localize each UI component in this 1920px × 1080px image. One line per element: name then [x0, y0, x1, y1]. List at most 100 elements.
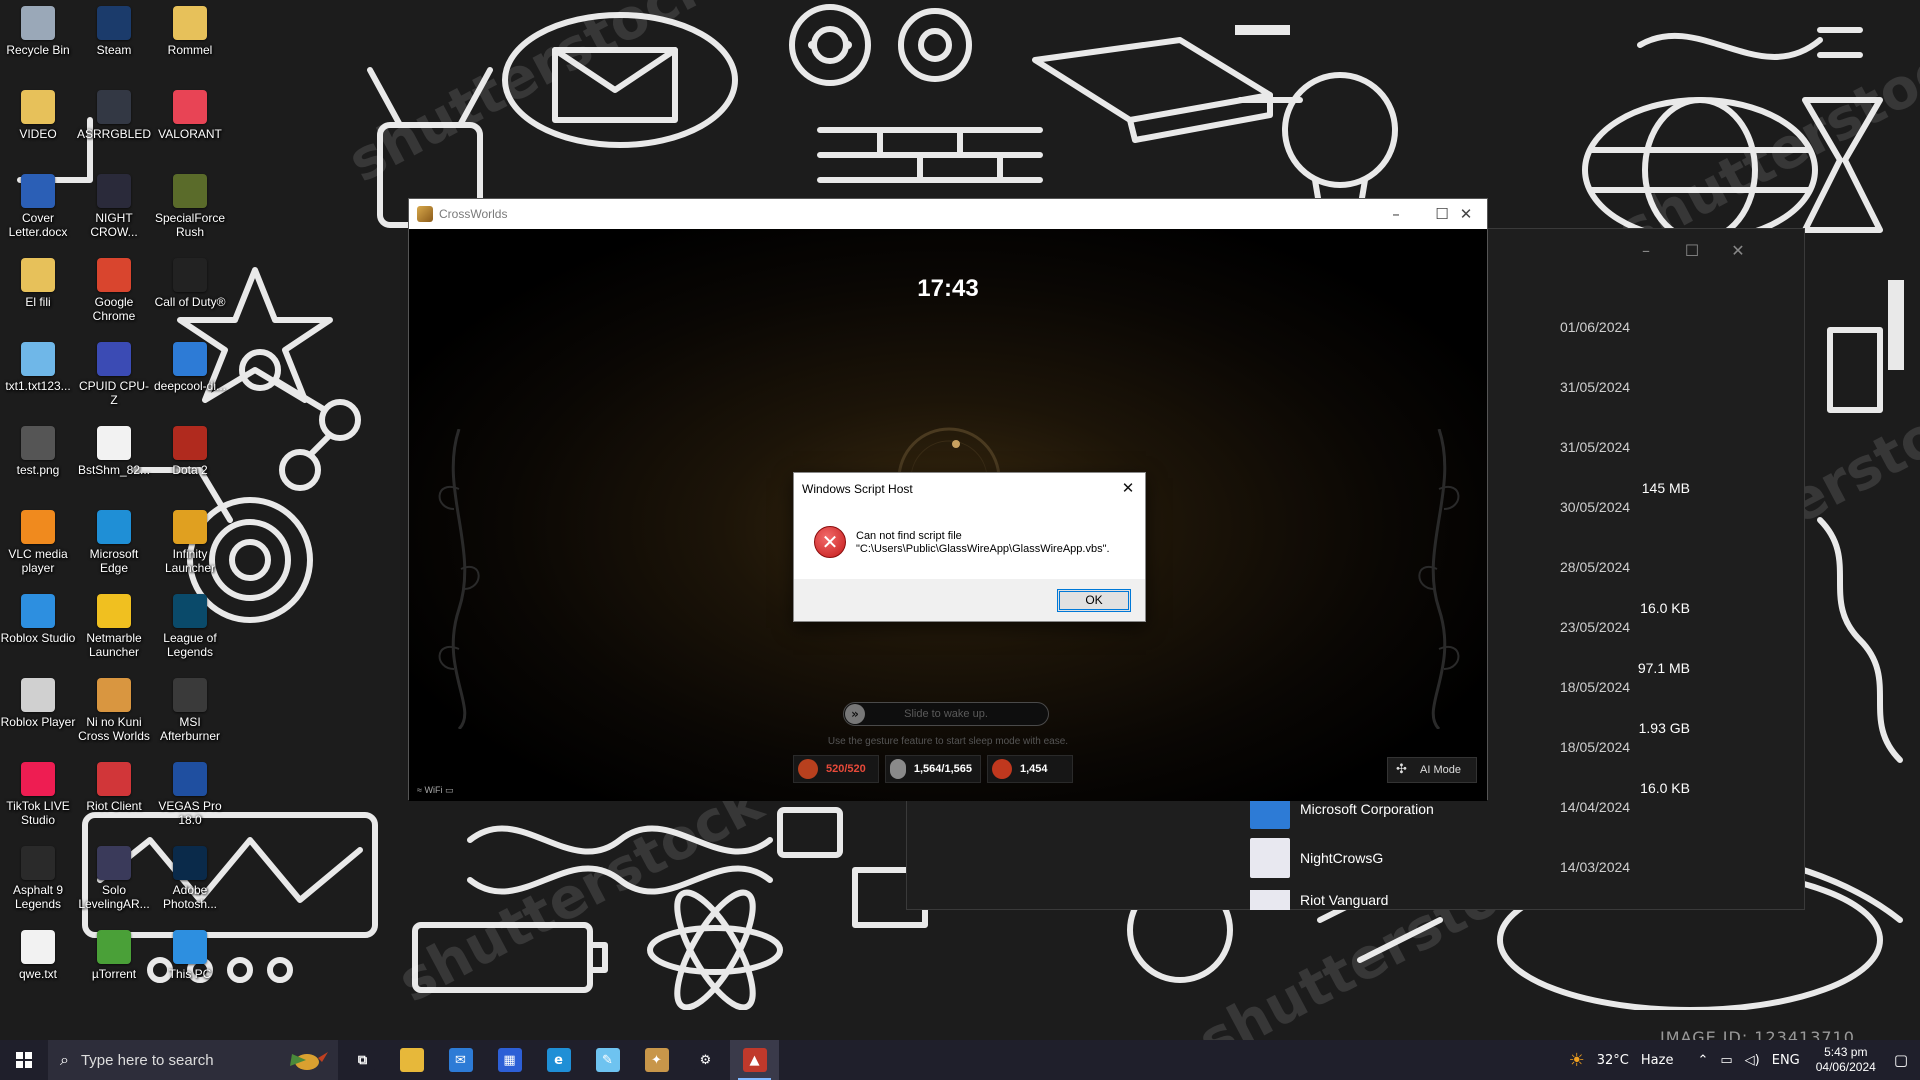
taskbar-mail-button[interactable]: ✉ — [436, 1040, 485, 1080]
publisher-row[interactable]: Riot Vanguard — [1250, 890, 1388, 910]
desktop-icon[interactable]: Dota 2 — [152, 422, 228, 502]
desktop-icon[interactable]: VIDEO — [0, 86, 76, 166]
taskbar-crossworlds-button[interactable]: ✦ — [632, 1040, 681, 1080]
file-date: 18/05/2024 — [1560, 739, 1631, 755]
minimize-icon[interactable]: – — [1373, 199, 1419, 229]
desktop-icon[interactable]: BstShm_82... — [76, 422, 152, 502]
taskbar-settings-button[interactable]: ⚙ — [681, 1040, 730, 1080]
network-icon[interactable]: ▭ — [1714, 1053, 1738, 1068]
asphalt-icon — [21, 846, 55, 880]
desktop-icon[interactable]: Recycle Bin — [0, 2, 76, 82]
file-icon — [21, 342, 55, 376]
close-icon[interactable]: ✕ — [1115, 475, 1141, 501]
desktop-icon[interactable]: VEGAS Pro 18.0 — [152, 758, 228, 838]
search-placeholder: Type here to search — [80, 1051, 214, 1069]
desktop-icon-label: µTorrent — [91, 967, 137, 981]
word-document-icon — [21, 174, 55, 208]
desktop-icon[interactable]: Solo LevelingAR... — [76, 842, 152, 922]
file-date: 23/05/2024 — [1560, 619, 1631, 635]
desktop-icon[interactable]: Roblox Player — [0, 674, 76, 754]
desktop-icon-label: Dota 2 — [172, 463, 208, 477]
desktop-icon[interactable]: Riot Client — [76, 758, 152, 838]
publisher-name: NightCrowsG — [1300, 850, 1384, 866]
dialog-message: Can not find script file "C:\Users\Publi… — [856, 530, 1110, 556]
desktop-icon[interactable]: Call of Duty® — [152, 254, 228, 334]
crossworlds-titlebar[interactable]: CrossWorlds – ☐ ✕ — [409, 199, 1487, 229]
desktop-icon[interactable]: Roblox Studio — [0, 590, 76, 670]
weather-temp[interactable]: 32°C — [1591, 1053, 1635, 1068]
desktop-icon[interactable]: Asphalt 9 Legends — [0, 842, 76, 922]
msi-afterburner-icon — [173, 678, 207, 712]
desktop-icon[interactable]: µTorrent — [76, 926, 152, 1006]
taskbar-task-view-button[interactable]: ⧉ — [338, 1040, 387, 1080]
weather-icon[interactable]: ☀ — [1563, 1050, 1591, 1071]
script-host-error-dialog[interactable]: Windows Script Host ✕ ✕ Can not find scr… — [793, 472, 1146, 622]
desktop-icon[interactable]: NIGHT CROW... — [76, 170, 152, 250]
desktop-icon-label: ASRRGBLED — [76, 127, 152, 141]
taskbar-edge-button[interactable]: e — [534, 1040, 583, 1080]
taskbar-file-explorer-button[interactable] — [387, 1040, 436, 1080]
desktop-icon-label: Riot Client — [86, 799, 142, 813]
desktop-icon-label: Call of Duty® — [154, 295, 226, 309]
desktop-icon[interactable]: TikTok LIVE Studio — [0, 758, 76, 838]
ok-button[interactable]: OK — [1057, 589, 1131, 612]
asrock-icon — [97, 90, 131, 124]
desktop-icon[interactable]: SpecialForce Rush — [152, 170, 228, 250]
maximize-icon[interactable]: ☐ — [1669, 239, 1715, 263]
slide-to-wake-slider[interactable]: » Slide to wake up. — [843, 702, 1049, 726]
close-icon[interactable]: ✕ — [1715, 239, 1761, 263]
taskbar-game-app-button[interactable]: ▲ — [730, 1040, 779, 1080]
language-indicator[interactable]: ENG — [1766, 1053, 1806, 1068]
publisher-row[interactable]: NightCrowsG — [1250, 838, 1383, 878]
desktop-icon[interactable]: deepcool-di... — [152, 338, 228, 418]
desktop-icon[interactable]: This PC — [152, 926, 228, 1006]
desktop-icon[interactable]: Cover Letter.docx — [0, 170, 76, 250]
weather-desc[interactable]: Haze — [1635, 1053, 1680, 1068]
close-icon[interactable]: ✕ — [1443, 199, 1489, 229]
start-button[interactable] — [0, 1040, 48, 1080]
desktop-icon[interactable]: El fili — [0, 254, 76, 334]
notepad-icon: ✎ — [595, 1048, 620, 1072]
desktop-icon[interactable]: txt1.txt123... — [0, 338, 76, 418]
desktop-icon[interactable]: qwe.txt — [0, 926, 76, 1006]
desktop-icon[interactable]: test.png — [0, 422, 76, 502]
search-box[interactable]: ⌕ Type here to search — [48, 1040, 338, 1080]
desktop-icon-label: Rommel — [167, 43, 213, 57]
store-icon: ▦ — [497, 1048, 522, 1072]
taskbar-notepad-app-button[interactable]: ✎ — [583, 1040, 632, 1080]
desktop-icon[interactable]: Infinity Launcher — [152, 506, 228, 586]
notification-icon[interactable]: ▢ — [1886, 1051, 1920, 1069]
valorant-icon — [173, 90, 207, 124]
taskbar: ⌕ Type here to search ⧉ ✉ ▦ e ✎ ✦ ⚙ ▲ ☀ 32°C Ha… — [0, 1040, 1920, 1080]
desktop-icon-label: Cover Letter.docx — [8, 211, 68, 239]
dialog-title: Windows Script Host — [802, 482, 913, 496]
volume-icon[interactable]: ◁) — [1739, 1053, 1766, 1068]
desktop-icon[interactable]: Ni no Kuni Cross Worlds — [76, 674, 152, 754]
text-file-icon — [21, 930, 55, 964]
desktop-icon[interactable]: League of Legends — [152, 590, 228, 670]
desktop-icon-label: txt1.txt123... — [5, 379, 71, 393]
file-date: 31/05/2024 — [1560, 439, 1631, 455]
desktop-icon-label: Adobe Photosh... — [162, 883, 218, 911]
resource-value: 1,564/1,565 — [913, 763, 972, 775]
riot-client-icon — [97, 762, 131, 796]
minimize-icon[interactable]: – — [1623, 239, 1669, 263]
taskbar-microsoft-store-button[interactable]: ▦ — [485, 1040, 534, 1080]
file-size: 145 MB — [1641, 480, 1690, 496]
resource-value: 1,454 — [1020, 763, 1048, 775]
taskbar-clock[interactable]: 5:43 pm 04/06/2024 — [1806, 1045, 1886, 1075]
desktop-icon[interactable]: Rommel — [152, 2, 228, 82]
chevron-up-icon[interactable]: ⌃ — [1679, 1053, 1714, 1068]
desktop-icon[interactable]: Google Chrome — [76, 254, 152, 334]
desktop-icon[interactable]: MSI Afterburner — [152, 674, 228, 754]
ai-mode-button[interactable]: ✣ AI Mode — [1387, 757, 1477, 783]
this-pc-icon — [173, 930, 207, 964]
desktop-icon[interactable]: Steam — [76, 2, 152, 82]
desktop-icon[interactable]: Netmarble Launcher — [76, 590, 152, 670]
desktop-icon[interactable]: VALORANT — [152, 86, 228, 166]
desktop-icon[interactable]: VLC media player — [0, 506, 76, 586]
desktop-icon[interactable]: CPUID CPU-Z — [76, 338, 152, 418]
desktop-icon[interactable]: Adobe Photosh... — [152, 842, 228, 922]
desktop-icon[interactable]: ASRRGBLED — [76, 86, 152, 166]
desktop-icon[interactable]: Microsoft Edge — [76, 506, 152, 586]
